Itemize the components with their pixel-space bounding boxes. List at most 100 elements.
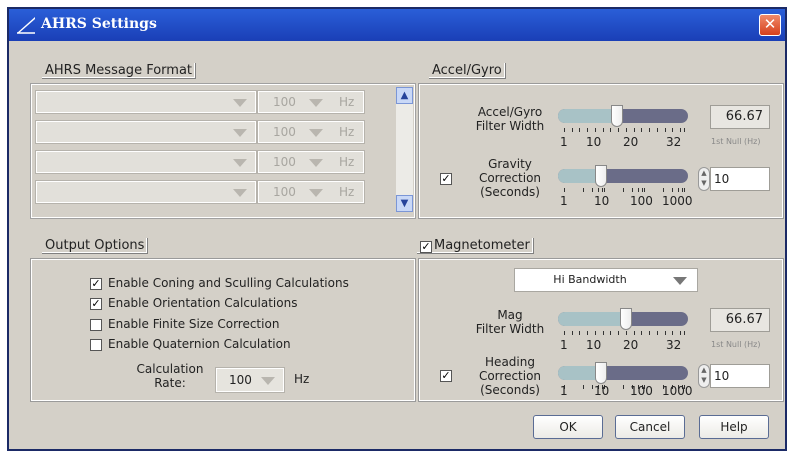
quaternion-checkbox[interactable] xyxy=(90,339,102,351)
tick-label: 1 xyxy=(560,194,568,208)
tick-mark xyxy=(618,331,620,335)
message-type-select[interactable] xyxy=(35,150,257,174)
calculation-rate-label-line: Rate: xyxy=(154,376,186,390)
tick-mark xyxy=(583,385,585,389)
cancel-button[interactable]: Cancel xyxy=(615,415,685,439)
tick-mark xyxy=(579,331,581,335)
app-logo-icon xyxy=(17,17,35,34)
tick-mark xyxy=(594,331,596,335)
output-options-panel: ✓ Enable Coning and Sculling Calculation… xyxy=(30,258,416,402)
tick-mark xyxy=(664,331,666,335)
tick-label: 32 xyxy=(666,135,682,149)
coning-sculling-checkbox[interactable]: ✓ xyxy=(90,278,102,290)
heading-slider-thumb[interactable] xyxy=(594,362,607,384)
heading-correction-checkbox[interactable]: ✓ xyxy=(440,370,452,382)
tick-mark xyxy=(571,128,573,132)
message-type-select[interactable] xyxy=(35,90,257,114)
tick-mark xyxy=(610,128,612,132)
calculation-rate-label-line: Calculation xyxy=(136,362,204,376)
accel-filter-slider-thumb[interactable] xyxy=(610,105,623,127)
tick-label: 20 xyxy=(623,338,639,352)
magnetometer-enable-checkbox[interactable]: ✓ xyxy=(420,241,432,253)
message-format-title: AHRS Message Format xyxy=(42,63,197,79)
orientation-checkbox[interactable]: ✓ xyxy=(90,298,102,310)
message-type-select[interactable] xyxy=(35,120,257,144)
scroll-down-button[interactable]: ▼ xyxy=(396,195,413,212)
finite-size-checkbox[interactable] xyxy=(90,319,102,331)
heading-label-line: Correction xyxy=(478,369,542,383)
tick-mark xyxy=(610,331,612,335)
calculation-rate-unit: Hz xyxy=(294,372,310,386)
ahrs-settings-dialog: AHRS Settings ✕ AHRS Message Format 100 … xyxy=(7,7,787,451)
rate-select[interactable]: 100 Hz xyxy=(257,90,365,114)
heading-label-line: Heading xyxy=(485,355,535,369)
help-button[interactable]: Help xyxy=(699,415,769,439)
tick-mark xyxy=(597,188,599,192)
rate-select[interactable]: 100 Hz xyxy=(257,180,365,204)
tick-label: 1000 xyxy=(662,384,693,398)
gravity-correction-input[interactable]: 10 xyxy=(710,167,770,191)
tick-mark xyxy=(664,128,666,132)
rate-unit: Hz xyxy=(339,155,355,169)
heading-spinner[interactable]: ▲ ▼ xyxy=(698,364,710,388)
accel-filter-label: Accel/Gyro Filter Width xyxy=(464,105,556,133)
rate-select[interactable]: 100 Hz xyxy=(257,150,365,174)
bandwidth-select[interactable]: Hi Bandwidth xyxy=(514,268,698,292)
tick-mark xyxy=(591,385,593,389)
tick-mark xyxy=(680,331,682,335)
rate-select[interactable]: 100 Hz xyxy=(257,120,365,144)
dropdown-arrow-icon xyxy=(309,159,323,167)
tick-label: 1 xyxy=(560,135,568,149)
accel-filter-slider[interactable] xyxy=(558,109,688,123)
chevron-down-icon: ▼ xyxy=(400,198,409,209)
message-type-select[interactable] xyxy=(35,180,257,204)
mag-filter-label-line: Filter Width xyxy=(475,322,545,336)
tick-mark xyxy=(684,188,685,192)
chevron-up-icon: ▲ xyxy=(400,90,409,101)
mag-filter-slider-thumb[interactable] xyxy=(619,308,632,330)
message-format-row[interactable]: 100 Hz xyxy=(35,119,366,145)
tick-mark xyxy=(644,188,645,192)
heading-correction-slider[interactable] xyxy=(558,366,688,380)
mag-filter-slider-fill xyxy=(558,312,626,326)
dropdown-arrow-icon xyxy=(673,277,687,285)
gravity-label-line: Correction xyxy=(478,171,542,185)
tick-mark xyxy=(602,128,604,132)
heading-label-line: (Seconds) xyxy=(480,383,540,397)
spin-up-icon[interactable]: ▲ xyxy=(699,365,709,375)
tick-mark xyxy=(656,331,658,335)
tick-mark xyxy=(579,128,581,132)
tick-mark xyxy=(633,128,635,132)
spin-up-icon[interactable]: ▲ xyxy=(699,168,709,178)
mag-filter-value: 66.67 xyxy=(710,308,770,332)
tick-mark xyxy=(625,128,627,132)
heading-correction-label: Heading Correction (Seconds) xyxy=(464,355,556,397)
spin-down-icon[interactable]: ▼ xyxy=(699,178,709,188)
tick-mark xyxy=(602,188,604,192)
tick-mark xyxy=(564,128,565,132)
message-format-row[interactable]: 100 Hz xyxy=(35,149,366,175)
dropdown-arrow-icon xyxy=(233,129,247,137)
tick-mark xyxy=(641,128,643,132)
spin-down-icon[interactable]: ▼ xyxy=(699,375,709,385)
tick-label: 10 xyxy=(594,384,610,398)
scroll-up-button[interactable]: ▲ xyxy=(396,87,413,104)
mag-filter-label-line: Mag xyxy=(497,308,523,322)
calculation-rate-select[interactable]: 100 xyxy=(215,367,285,393)
message-format-row[interactable]: 100 Hz xyxy=(35,89,366,115)
tick-mark xyxy=(618,128,620,132)
gravity-correction-checkbox[interactable]: ✓ xyxy=(440,173,452,185)
gravity-slider-thumb[interactable] xyxy=(594,165,607,187)
ok-button[interactable]: OK xyxy=(533,415,603,439)
heading-correction-input[interactable]: 10 xyxy=(710,364,770,388)
tick-mark xyxy=(680,128,682,132)
gravity-spinner[interactable]: ▲ ▼ xyxy=(698,167,710,191)
format-scrollbar[interactable]: ▲ ▼ xyxy=(396,87,413,212)
tick-mark xyxy=(671,188,673,192)
close-button[interactable]: ✕ xyxy=(759,14,781,36)
tick-mark xyxy=(625,331,627,335)
message-format-row[interactable]: 100 Hz xyxy=(35,179,366,205)
gravity-correction-slider[interactable] xyxy=(558,169,688,183)
gravity-label-line: (Seconds) xyxy=(480,185,540,199)
tick-mark xyxy=(587,128,589,132)
